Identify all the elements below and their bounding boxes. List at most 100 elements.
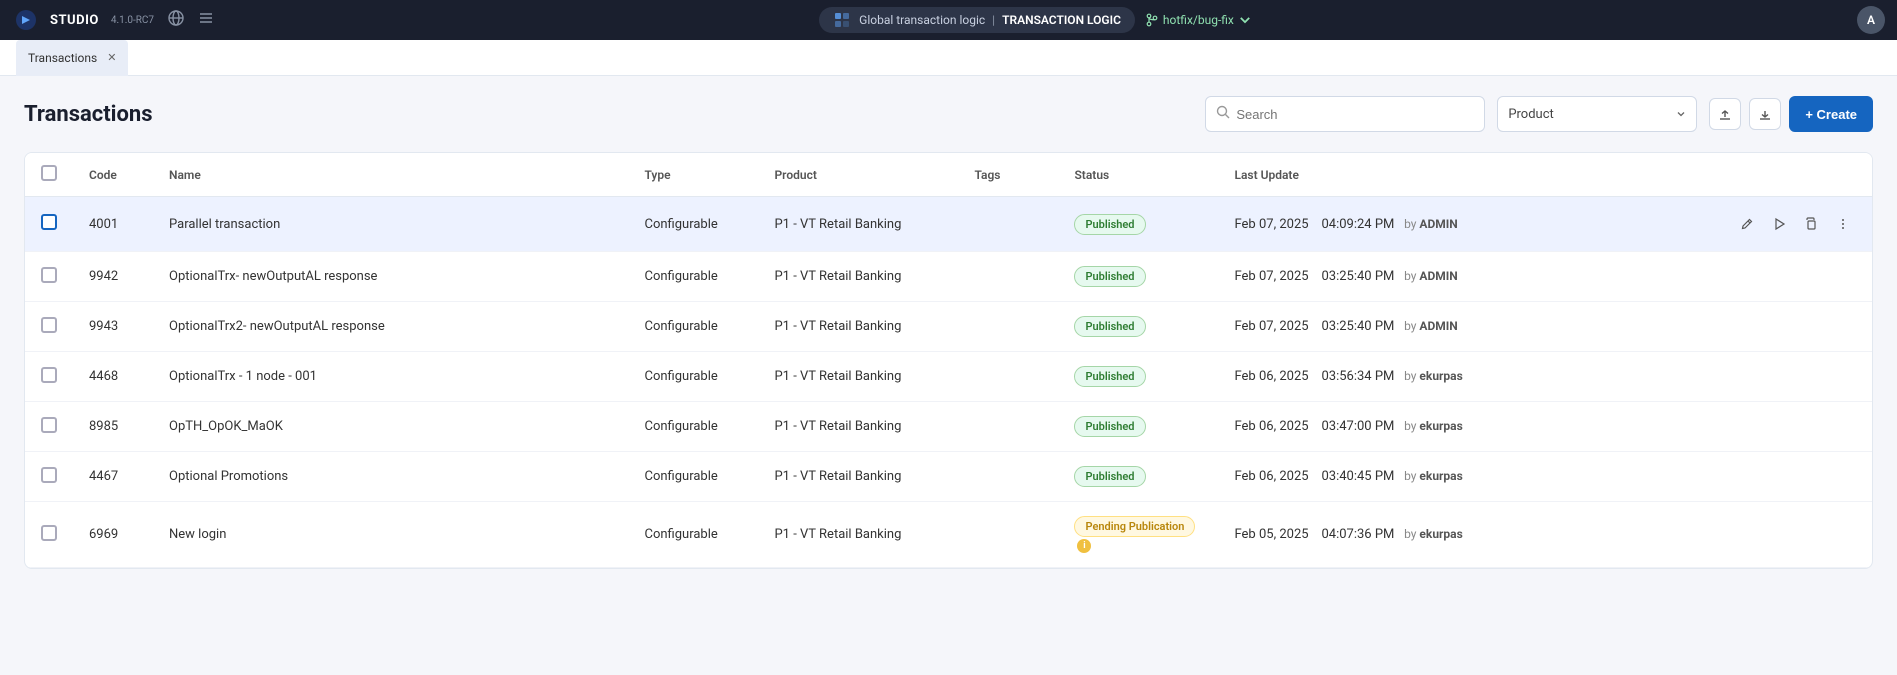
row-code: 4001	[73, 197, 153, 252]
row-actions-cell	[1718, 352, 1872, 402]
row-lastupdate: Feb 06, 2025 03:56:34 PM by ekurpas	[1218, 352, 1718, 402]
project-title: Global transaction logic | TRANSACTION L…	[859, 13, 1121, 27]
col-header-lastupdate: Last Update	[1218, 153, 1718, 197]
row-actions-cell	[1718, 252, 1872, 302]
row-author: by ekurpas	[1404, 527, 1463, 541]
row-author: by ADMIN	[1404, 217, 1458, 231]
row-time: 03:25:40 PM	[1321, 319, 1394, 334]
col-header-name: Name	[153, 153, 628, 197]
row-name: New login	[153, 502, 628, 568]
row-lastupdate: Feb 05, 2025 04:07:36 PM by ekurpas	[1218, 502, 1718, 568]
status-badge: Published	[1074, 416, 1145, 437]
row-code: 9942	[73, 252, 153, 302]
table-row: 9942 OptionalTrx- newOutputAL response C…	[25, 252, 1872, 302]
row-code: 4468	[73, 352, 153, 402]
row-product: P1 - VT Retail Banking	[758, 352, 958, 402]
top-navigation: STUDIO 4.1.0-RC7 Global transaction logi…	[0, 0, 1897, 40]
row-name: OptionalTrx2- newOutputAL response	[153, 302, 628, 352]
row-product: P1 - VT Retail Banking	[758, 452, 958, 502]
row-code: 6969	[73, 502, 153, 568]
status-badge: Published	[1074, 316, 1145, 337]
row-checkbox[interactable]	[41, 367, 57, 383]
row-checkbox[interactable]	[41, 267, 57, 283]
row-date: Feb 06, 2025	[1234, 469, 1308, 484]
row-code: 4467	[73, 452, 153, 502]
product-dropdown-label: Product	[1508, 107, 1553, 122]
edit-button[interactable]	[1734, 211, 1760, 237]
close-icon[interactable]: ✕	[107, 51, 116, 64]
row-author: by ADMIN	[1404, 269, 1458, 283]
branch-selector[interactable]: hotfix/bug-fix	[1145, 7, 1252, 33]
row-type: Configurable	[628, 302, 758, 352]
row-status: Published	[1058, 302, 1218, 352]
globe-icon[interactable]	[168, 10, 184, 30]
page-title: Transactions	[24, 102, 1193, 127]
run-button[interactable]	[1766, 211, 1792, 237]
upload-button[interactable]	[1709, 98, 1741, 130]
tab-bar: Transactions ✕	[0, 40, 1897, 76]
row-checkbox[interactable]	[41, 417, 57, 433]
row-checkbox[interactable]	[41, 525, 57, 541]
row-status: Published	[1058, 252, 1218, 302]
row-product: P1 - VT Retail Banking	[758, 502, 958, 568]
row-lastupdate: Feb 06, 2025 03:47:00 PM by ekurpas	[1218, 402, 1718, 452]
branch-name: hotfix/bug-fix	[1163, 13, 1234, 27]
info-icon[interactable]: i	[1077, 539, 1091, 553]
row-name: OpTH_OpOK_MaOK	[153, 402, 628, 452]
header-actions: + Create	[1709, 96, 1873, 132]
row-tags	[958, 197, 1058, 252]
tab-transactions[interactable]: Transactions ✕	[16, 40, 128, 76]
row-product: P1 - VT Retail Banking	[758, 302, 958, 352]
row-checkbox[interactable]	[41, 214, 57, 230]
project-pill[interactable]: Global transaction logic | TRANSACTION L…	[819, 7, 1135, 33]
row-code: 8985	[73, 402, 153, 452]
row-lastupdate: Feb 06, 2025 03:40:45 PM by ekurpas	[1218, 452, 1718, 502]
row-checkbox[interactable]	[41, 317, 57, 333]
col-header-type: Type	[628, 153, 758, 197]
row-checkbox[interactable]	[41, 467, 57, 483]
row-name: Parallel transaction	[153, 197, 628, 252]
select-all-checkbox[interactable]	[41, 165, 57, 181]
page-content: Transactions Product + Create	[0, 76, 1897, 589]
table-row: 6969 New login Configurable P1 - VT Reta…	[25, 502, 1872, 568]
row-code: 9943	[73, 302, 153, 352]
row-checkbox-cell	[25, 402, 73, 452]
row-author: by ekurpas	[1404, 369, 1463, 383]
search-input[interactable]	[1236, 107, 1474, 122]
nav-center: Global transaction logic | TRANSACTION L…	[224, 7, 1847, 33]
row-actions-cell	[1718, 402, 1872, 452]
product-dropdown[interactable]: Product	[1497, 96, 1697, 132]
download-button[interactable]	[1749, 98, 1781, 130]
app-name: STUDIO	[50, 13, 99, 28]
row-date: Feb 06, 2025	[1234, 369, 1308, 384]
row-status: Published	[1058, 352, 1218, 402]
row-name: Optional Promotions	[153, 452, 628, 502]
row-tags	[958, 452, 1058, 502]
row-tags	[958, 302, 1058, 352]
search-bar[interactable]	[1205, 96, 1485, 132]
row-type: Configurable	[628, 502, 758, 568]
row-author: by ADMIN	[1404, 319, 1458, 333]
hamburger-icon[interactable]	[198, 10, 214, 30]
row-product: P1 - VT Retail Banking	[758, 252, 958, 302]
row-name: OptionalTrx- newOutputAL response	[153, 252, 628, 302]
user-avatar[interactable]: A	[1857, 6, 1885, 34]
row-tags	[958, 252, 1058, 302]
col-header-actions	[1718, 153, 1872, 197]
page-header: Transactions Product + Create	[24, 96, 1873, 132]
row-checkbox-cell	[25, 197, 73, 252]
row-time: 03:40:45 PM	[1321, 469, 1394, 484]
create-button[interactable]: + Create	[1789, 96, 1873, 132]
row-type: Configurable	[628, 452, 758, 502]
table-row: 4467 Optional Promotions Configurable P1…	[25, 452, 1872, 502]
col-header-code: Code	[73, 153, 153, 197]
row-type: Configurable	[628, 197, 758, 252]
col-header-status: Status	[1058, 153, 1218, 197]
col-header-tags: Tags	[958, 153, 1058, 197]
status-badge: Published	[1074, 266, 1145, 287]
table-row: 4468 OptionalTrx - 1 node - 001 Configur…	[25, 352, 1872, 402]
status-badge: Published	[1074, 366, 1145, 387]
more-button[interactable]	[1830, 211, 1856, 237]
row-type: Configurable	[628, 252, 758, 302]
copy-button[interactable]	[1798, 211, 1824, 237]
